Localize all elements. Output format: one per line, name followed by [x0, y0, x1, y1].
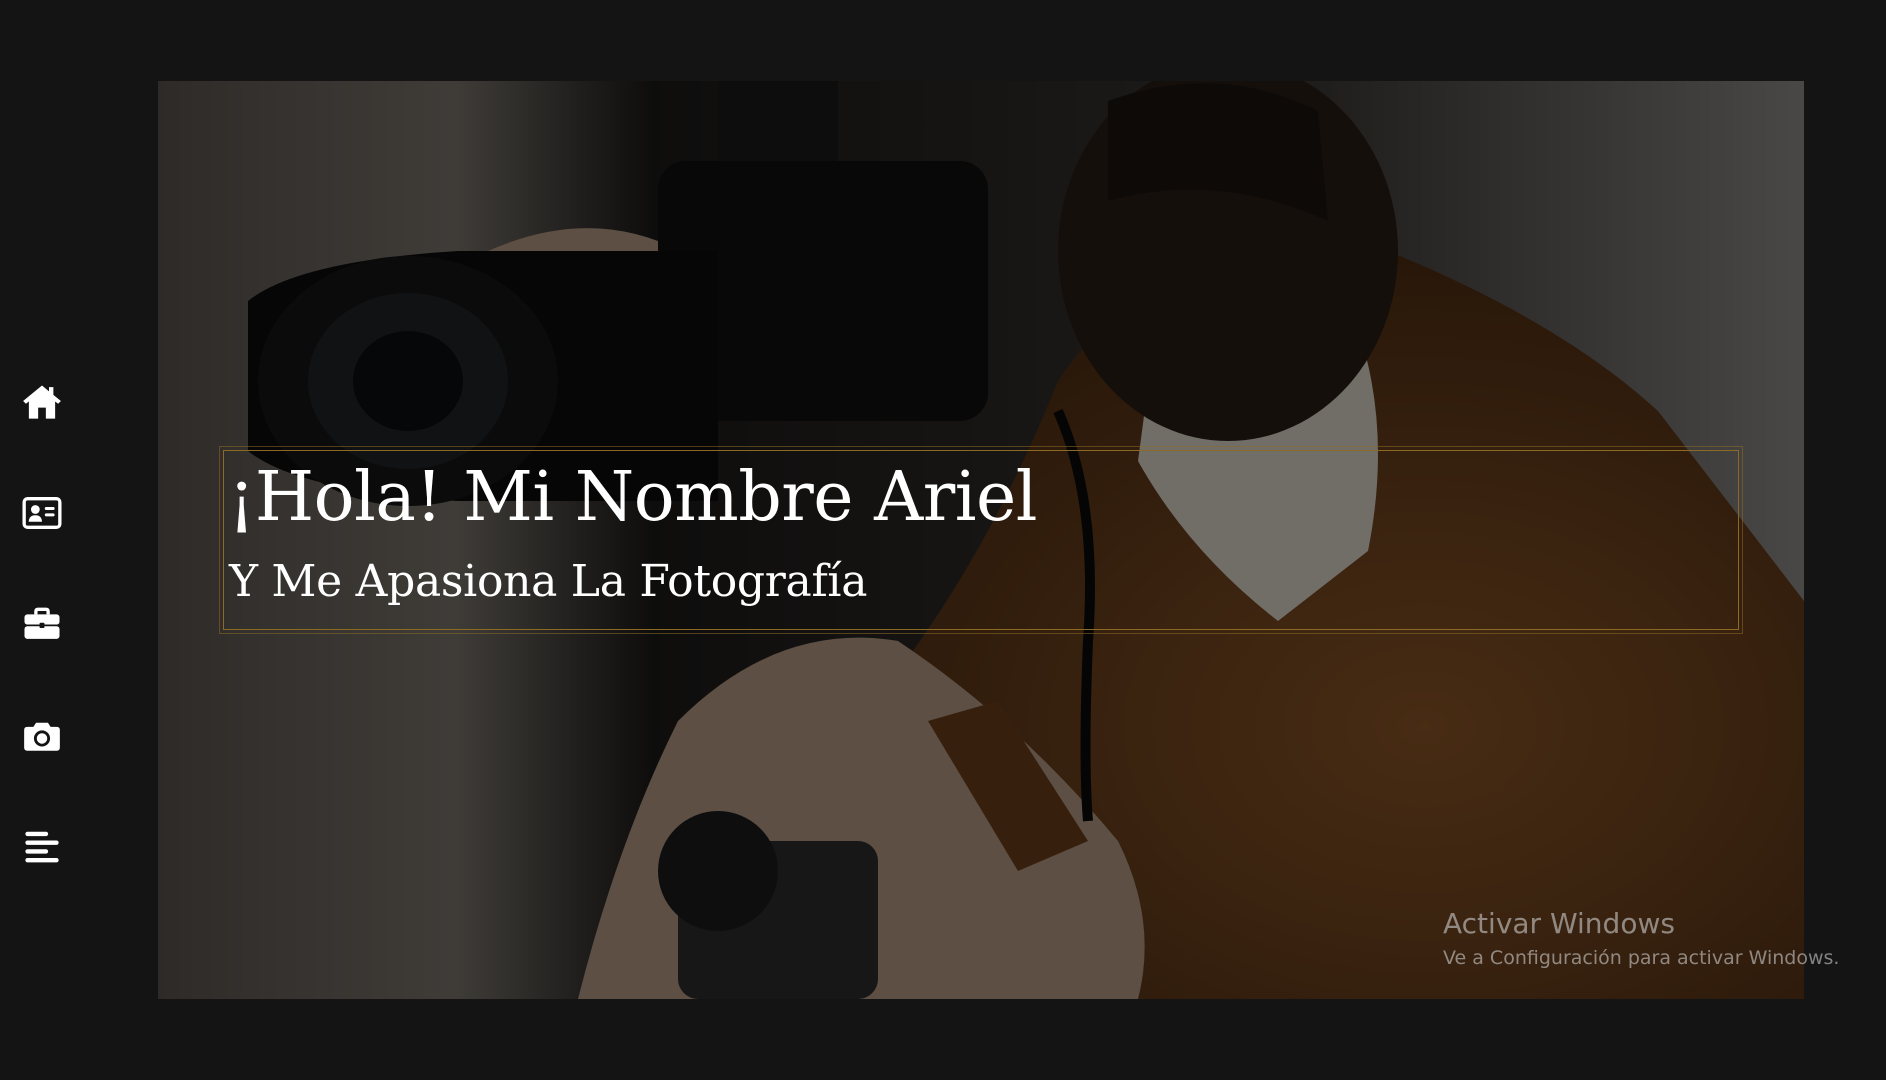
align-left-icon: [21, 826, 63, 868]
nav-item-work[interactable]: [18, 600, 66, 648]
nav-item-gallery[interactable]: [18, 712, 66, 760]
briefcase-icon: [21, 603, 63, 645]
hero-subtitle: Y Me Apasiona La Fotografía: [229, 556, 868, 607]
page: ¡Hola! Mi Nombre Ariel Y Me Apasiona La …: [0, 0, 1886, 1080]
id-card-icon: [21, 492, 63, 534]
nav-item-about[interactable]: [18, 489, 66, 537]
hero-greeting: ¡Hola! Mi Nombre Ariel: [228, 458, 1037, 537]
sidebar-nav: [0, 0, 100, 1080]
activation-watermark-subtitle: Ve a Configuración para activar Windows.: [1443, 947, 1840, 969]
camera-icon: [21, 715, 63, 757]
nav-item-menu[interactable]: [18, 823, 66, 871]
nav-item-home[interactable]: [18, 378, 66, 426]
activation-watermark-title: Activar Windows: [1443, 907, 1675, 940]
home-icon: [21, 381, 63, 423]
